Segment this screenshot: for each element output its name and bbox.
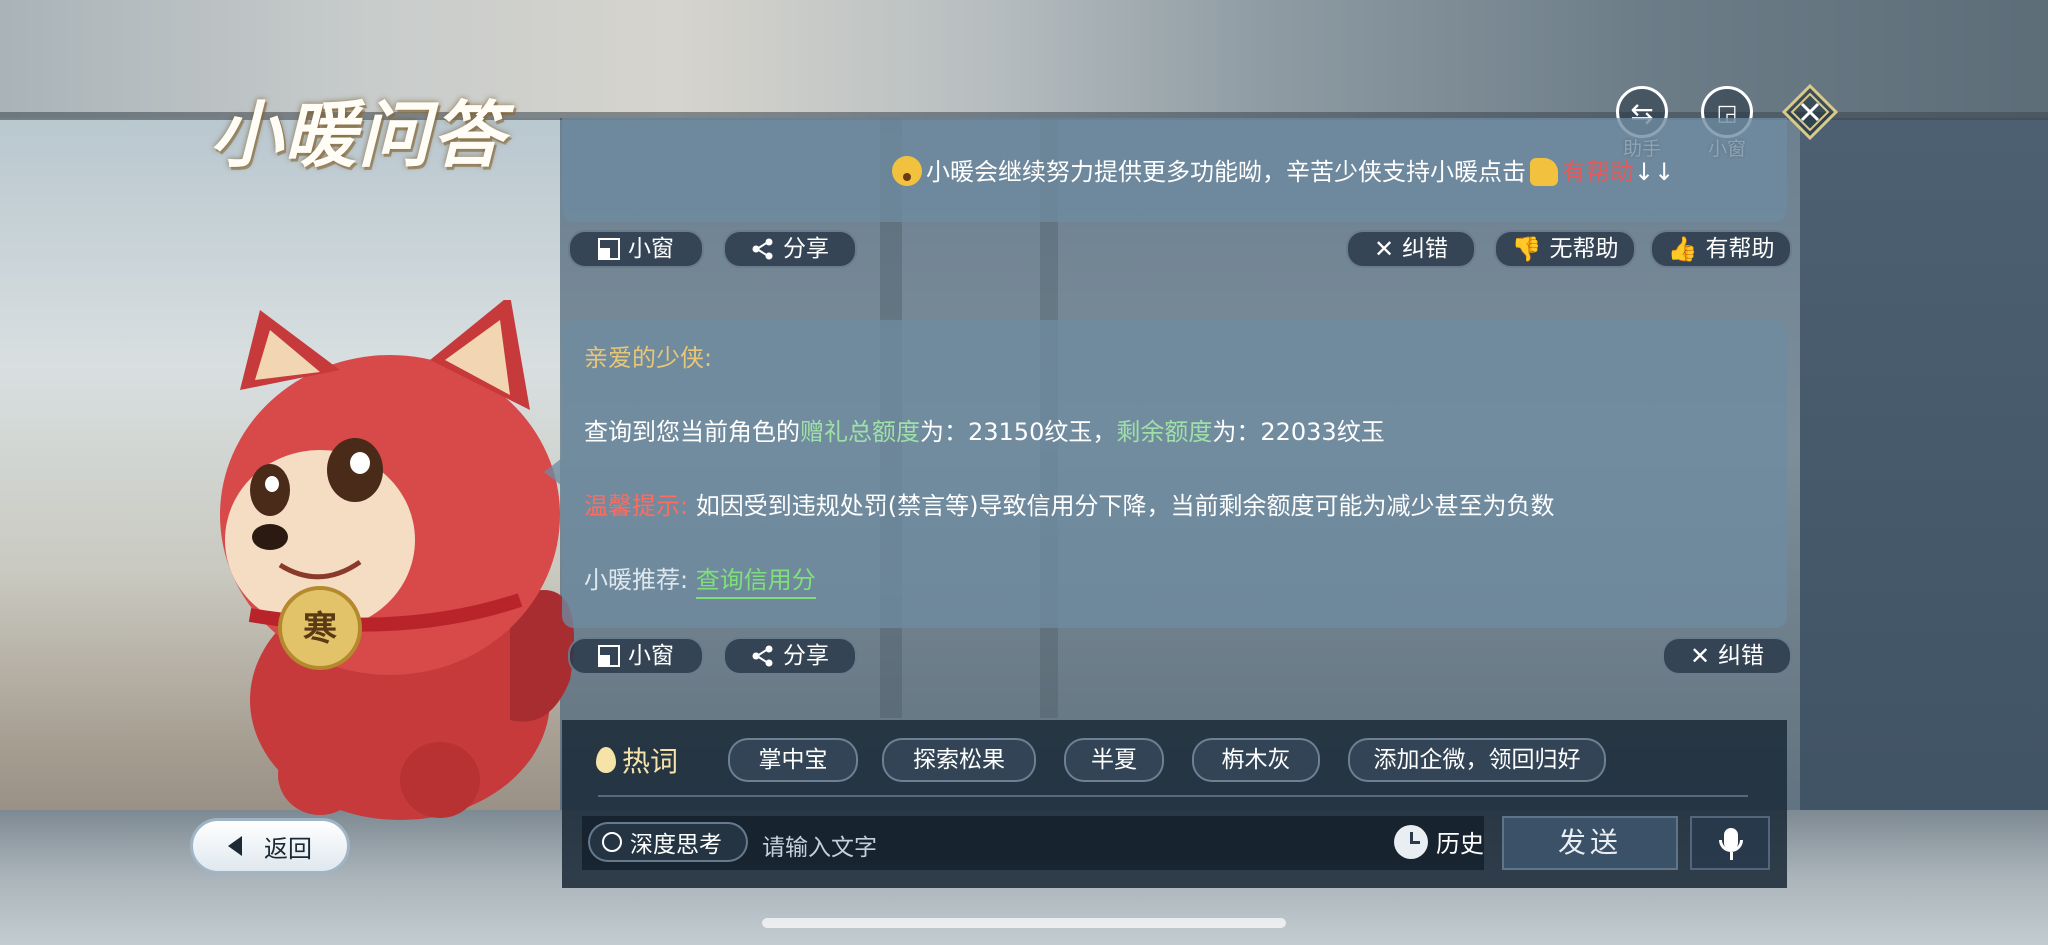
gift-quota-term: 赠礼总额度 [800,418,920,446]
tip-text: 如因受到违规处罚(禁言等)导致信用分下降，当前剩余额度可能为减少甚至为负数 [695,492,1555,520]
flame-icon [596,747,616,773]
back-button[interactable]: 返回 [190,818,350,874]
deep-think-toggle[interactable]: 深度思考 [588,822,748,862]
share-label: 分享 [783,236,829,262]
home-indicator[interactable] [762,918,1286,928]
helpful-button[interactable]: 👍 有帮助 [1650,230,1792,268]
hot-chip[interactable]: 半夏 [1064,738,1164,782]
query-credit-link[interactable]: 查询信用分 [695,566,816,599]
message-panel-2: 亲爱的少侠: 查询到您当前角色的赠礼总额度为：23150纹玉，剩余额度为：220… [544,320,1787,628]
quota-prefix: 查询到您当前角色的 [584,418,800,446]
remaining-quota-term: 剩余额度 [1116,418,1213,446]
dog-mascot: 寒 [220,300,574,820]
thumbs-down-icon: 👎 [1511,235,1542,263]
surprised-face-icon [892,156,922,186]
remaining-quota-value: 为：22033纹玉 [1212,418,1385,446]
recommend-line: 小暖推荐: 查询信用分 [584,560,816,599]
tip-line: 温馨提示: 如因受到违规处罚(禁言等)导致信用分下降，当前剩余额度可能为减少甚至… [584,486,1554,521]
arrows-text: ↓↓ [1634,158,1675,186]
mini-window-label: 小窗 [628,236,674,262]
share-icon [752,238,773,260]
hot-chip[interactable]: 添加企微，领回归好 [1348,738,1606,782]
hot-chip[interactable]: 栴木灰 [1192,738,1320,782]
close-x-icon: ✕ [1689,642,1711,670]
page-title: 小暖问答 [210,92,507,177]
not-helpful-label: 无帮助 [1549,236,1619,262]
share-label: 分享 [783,643,829,669]
helpful-link-text[interactable]: 有帮助 [1562,158,1634,186]
mini-window-button-2[interactable]: 小窗 [568,637,704,675]
hot-words-label: 热词 [596,740,678,780]
recommend-label: 小暖推荐: [584,566,689,594]
correct-button[interactable]: ✕ 纠错 [1346,230,1476,268]
helpful-label: 有帮助 [1705,236,1775,262]
close-x-icon: ✕ [1373,235,1395,263]
not-helpful-button[interactable]: 👎 无帮助 [1494,230,1636,268]
mini-window-icon [598,238,620,260]
mini-window-icon [598,645,620,667]
close-icon [1781,83,1839,141]
tip-label: 温馨提示: [584,492,689,520]
mini-window-button[interactable]: 小窗 [568,230,704,268]
svg-text:寒: 寒 [303,609,337,649]
divider [598,795,1748,797]
back-label: 返回 [264,834,312,863]
quota-line: 查询到您当前角色的赠礼总额度为：23150纹玉，剩余额度为：22033纹玉 [584,412,1385,447]
history-label: 历史 [1436,830,1484,858]
thumbs-up-icon [1530,158,1558,186]
radio-icon [602,832,622,852]
hot-chip[interactable]: 掌中宝 [728,738,858,782]
correct-button-2[interactable]: ✕ 纠错 [1662,637,1792,675]
clock-icon [1394,824,1428,859]
input-area: 热词 掌中宝 探索松果 半夏 栴木灰 添加企微，领回归好 深度思考 请输入文字 … [562,720,1787,888]
text-input-row[interactable]: 深度思考 请输入文字 历史 [582,816,1484,870]
voice-button[interactable] [1690,816,1770,870]
gift-quota-value: 为：23150纹玉， [920,418,1117,446]
encourage-message: 小暖会继续努力提供更多功能呦，辛苦少侠支持小暖点击 有帮助↓↓ [892,152,1674,187]
share-button[interactable]: 分享 [723,230,857,268]
message-text: 小暖会继续努力提供更多功能呦，辛苦少侠支持小暖点击 [926,158,1526,186]
correct-label: 纠错 [1402,236,1449,262]
mini-window-label: 小窗 [628,643,674,669]
greeting-text: 亲爱的少侠: [584,344,713,372]
message-panel-1: 小暖会继续努力提供更多功能呦，辛苦少侠支持小暖点击 有帮助↓↓ [562,118,1787,222]
hot-words-text: 热词 [622,745,679,778]
share-button-2[interactable]: 分享 [723,637,857,675]
close-button[interactable] [1781,83,1839,141]
correct-label: 纠错 [1718,643,1765,669]
deep-think-label: 深度思考 [630,832,722,858]
history-button[interactable]: 历史 [1394,824,1484,859]
back-arrow-icon [228,836,242,856]
share-icon [752,645,773,667]
thumbs-up-icon: 👍 [1667,235,1698,263]
text-input[interactable]: 请输入文字 [762,828,877,862]
send-button[interactable]: 发送 [1502,816,1678,870]
hot-chip[interactable]: 探索松果 [882,738,1036,782]
